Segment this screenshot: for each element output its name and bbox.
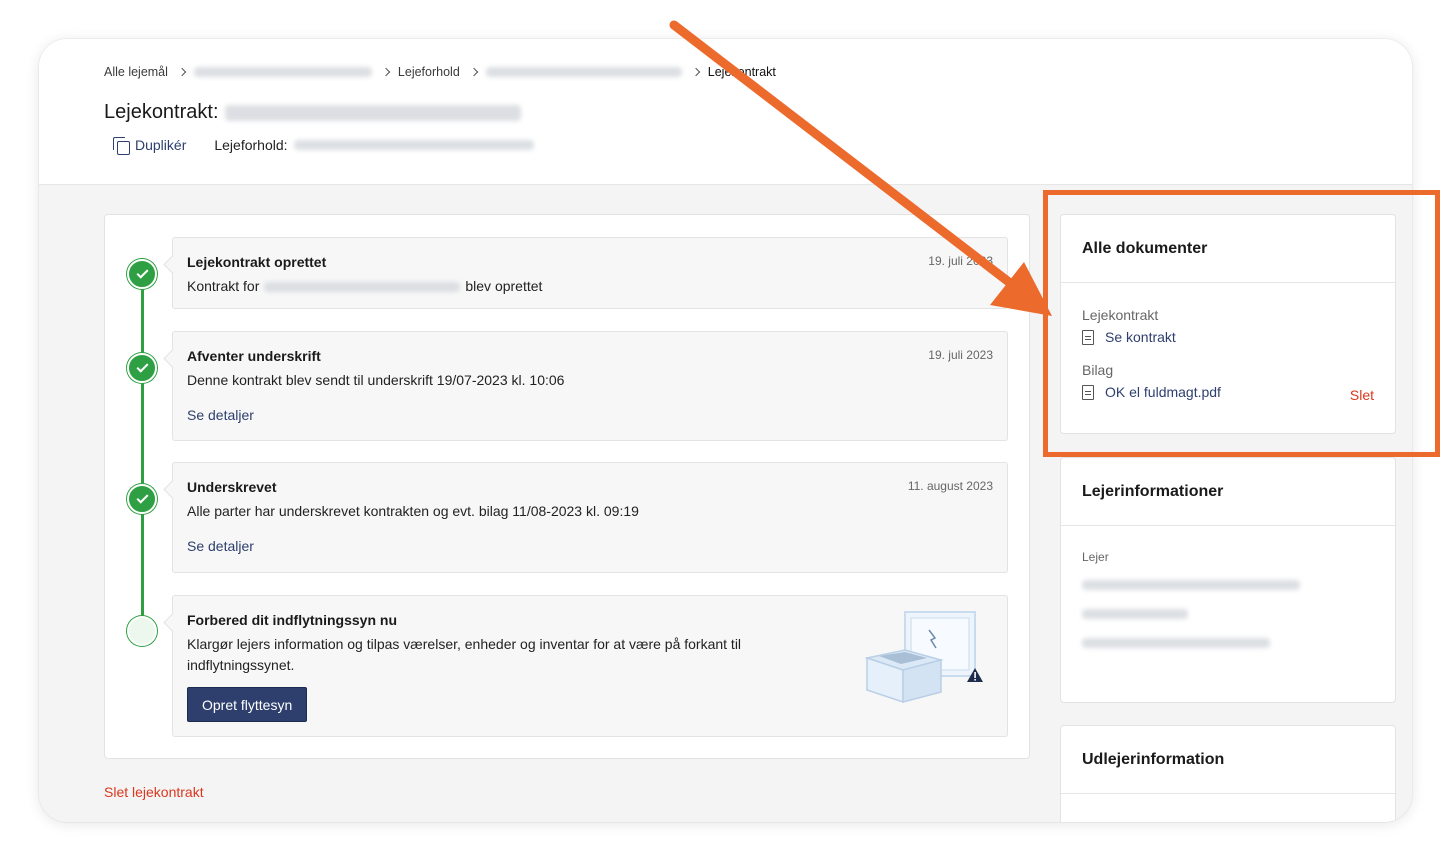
breadcrumb-all-leases[interactable]: Alle lejemål bbox=[104, 65, 168, 79]
event-date: 19. juli 2023 bbox=[928, 254, 993, 268]
timeline-line bbox=[141, 273, 144, 629]
step-complete-icon bbox=[127, 259, 157, 289]
timeline-event: Forbered dit indflytningssyn nu Klargør … bbox=[172, 595, 1008, 737]
tenant-info-card: Lejerinformationer Lejer bbox=[1060, 457, 1396, 703]
delete-lease-link[interactable]: Slet lejekontrakt bbox=[104, 784, 204, 800]
chevron-right-icon bbox=[469, 67, 479, 77]
event-desc-suffix: blev oprettet bbox=[465, 278, 543, 294]
tenant-name-redacted bbox=[1082, 580, 1300, 590]
page-title-prefix: Lejekontrakt: bbox=[104, 101, 219, 123]
tenant-info-body: Lejer bbox=[1061, 526, 1395, 648]
event-date: 19. juli 2023 bbox=[928, 348, 993, 362]
see-details-link[interactable]: Se detaljer bbox=[187, 407, 254, 423]
event-title: Lejekontrakt oprettet bbox=[187, 254, 327, 270]
tenancy-value-redacted bbox=[293, 140, 534, 150]
timeline-event: Afventer underskrift 19. juli 2023 Denne… bbox=[172, 331, 1008, 441]
copy-icon bbox=[113, 137, 130, 155]
page-header: Alle lejemål Lejeforhold Lejekontrakt Le… bbox=[39, 39, 1412, 185]
event-title: Afventer underskrift bbox=[187, 348, 321, 364]
event-description: Alle parter har underskrevet kontrakten … bbox=[187, 503, 639, 519]
event-date: 11. august 2023 bbox=[907, 479, 993, 493]
timeline-event: Lejekontrakt oprettet 19. juli 2023 Kont… bbox=[172, 237, 1008, 309]
event-description: Klargør lejers information og tilpas vær… bbox=[187, 636, 742, 673]
see-details-link[interactable]: Se detaljer bbox=[187, 538, 254, 554]
page-title-address-redacted bbox=[224, 104, 521, 121]
tenant-info-title: Lejerinformationer bbox=[1061, 458, 1395, 526]
tenant-label: Lejer bbox=[1082, 550, 1109, 564]
breadcrumb-address-redacted[interactable] bbox=[193, 67, 372, 77]
breadcrumb-tenant-redacted[interactable] bbox=[485, 67, 682, 77]
landlord-info-title: Udlejerinformation bbox=[1061, 726, 1395, 794]
create-inspection-button[interactable]: Opret flyttesyn bbox=[187, 687, 308, 722]
chevron-right-icon bbox=[177, 67, 187, 77]
event-title: Underskrevet bbox=[187, 479, 277, 495]
duplicate-label: Duplikér bbox=[135, 137, 187, 153]
step-pending-icon bbox=[127, 616, 157, 646]
chevron-right-icon bbox=[691, 67, 701, 77]
event-desc-prefix: Kontrakt for bbox=[187, 278, 260, 294]
moving-box-illustration bbox=[865, 611, 983, 704]
breadcrumb-current: Lejekontrakt bbox=[707, 65, 776, 79]
breadcrumb: Alle lejemål Lejeforhold Lejekontrakt bbox=[104, 65, 776, 79]
page-title: Lejekontrakt: bbox=[104, 101, 521, 124]
event-description: Denne kontrakt blev sendt til underskrif… bbox=[187, 372, 565, 388]
event-description: Kontrakt for blev oprettet bbox=[187, 276, 993, 297]
timeline-event: Underskrevet 11. august 2023 Alle parter… bbox=[172, 462, 1008, 573]
tenancy-label: Lejeforhold: bbox=[214, 137, 288, 153]
annotation-highlight-box bbox=[1043, 190, 1440, 457]
tenancy-selector[interactable]: Lejeforhold: bbox=[214, 137, 534, 153]
step-complete-icon bbox=[127, 353, 157, 383]
header-actions: Duplikér Lejeforhold: bbox=[113, 137, 534, 155]
duplicate-button[interactable]: Duplikér bbox=[113, 137, 187, 155]
step-complete-icon bbox=[127, 484, 157, 514]
timeline-card: Lejekontrakt oprettet 19. juli 2023 Kont… bbox=[104, 214, 1030, 759]
landlord-info-card: Udlejerinformation bbox=[1060, 725, 1396, 822]
tenant-email-redacted bbox=[1082, 638, 1270, 648]
chevron-right-icon bbox=[381, 67, 391, 77]
breadcrumb-tenancy[interactable]: Lejeforhold bbox=[398, 65, 460, 79]
address-redacted bbox=[264, 281, 461, 292]
tenant-phone-redacted bbox=[1082, 609, 1188, 619]
